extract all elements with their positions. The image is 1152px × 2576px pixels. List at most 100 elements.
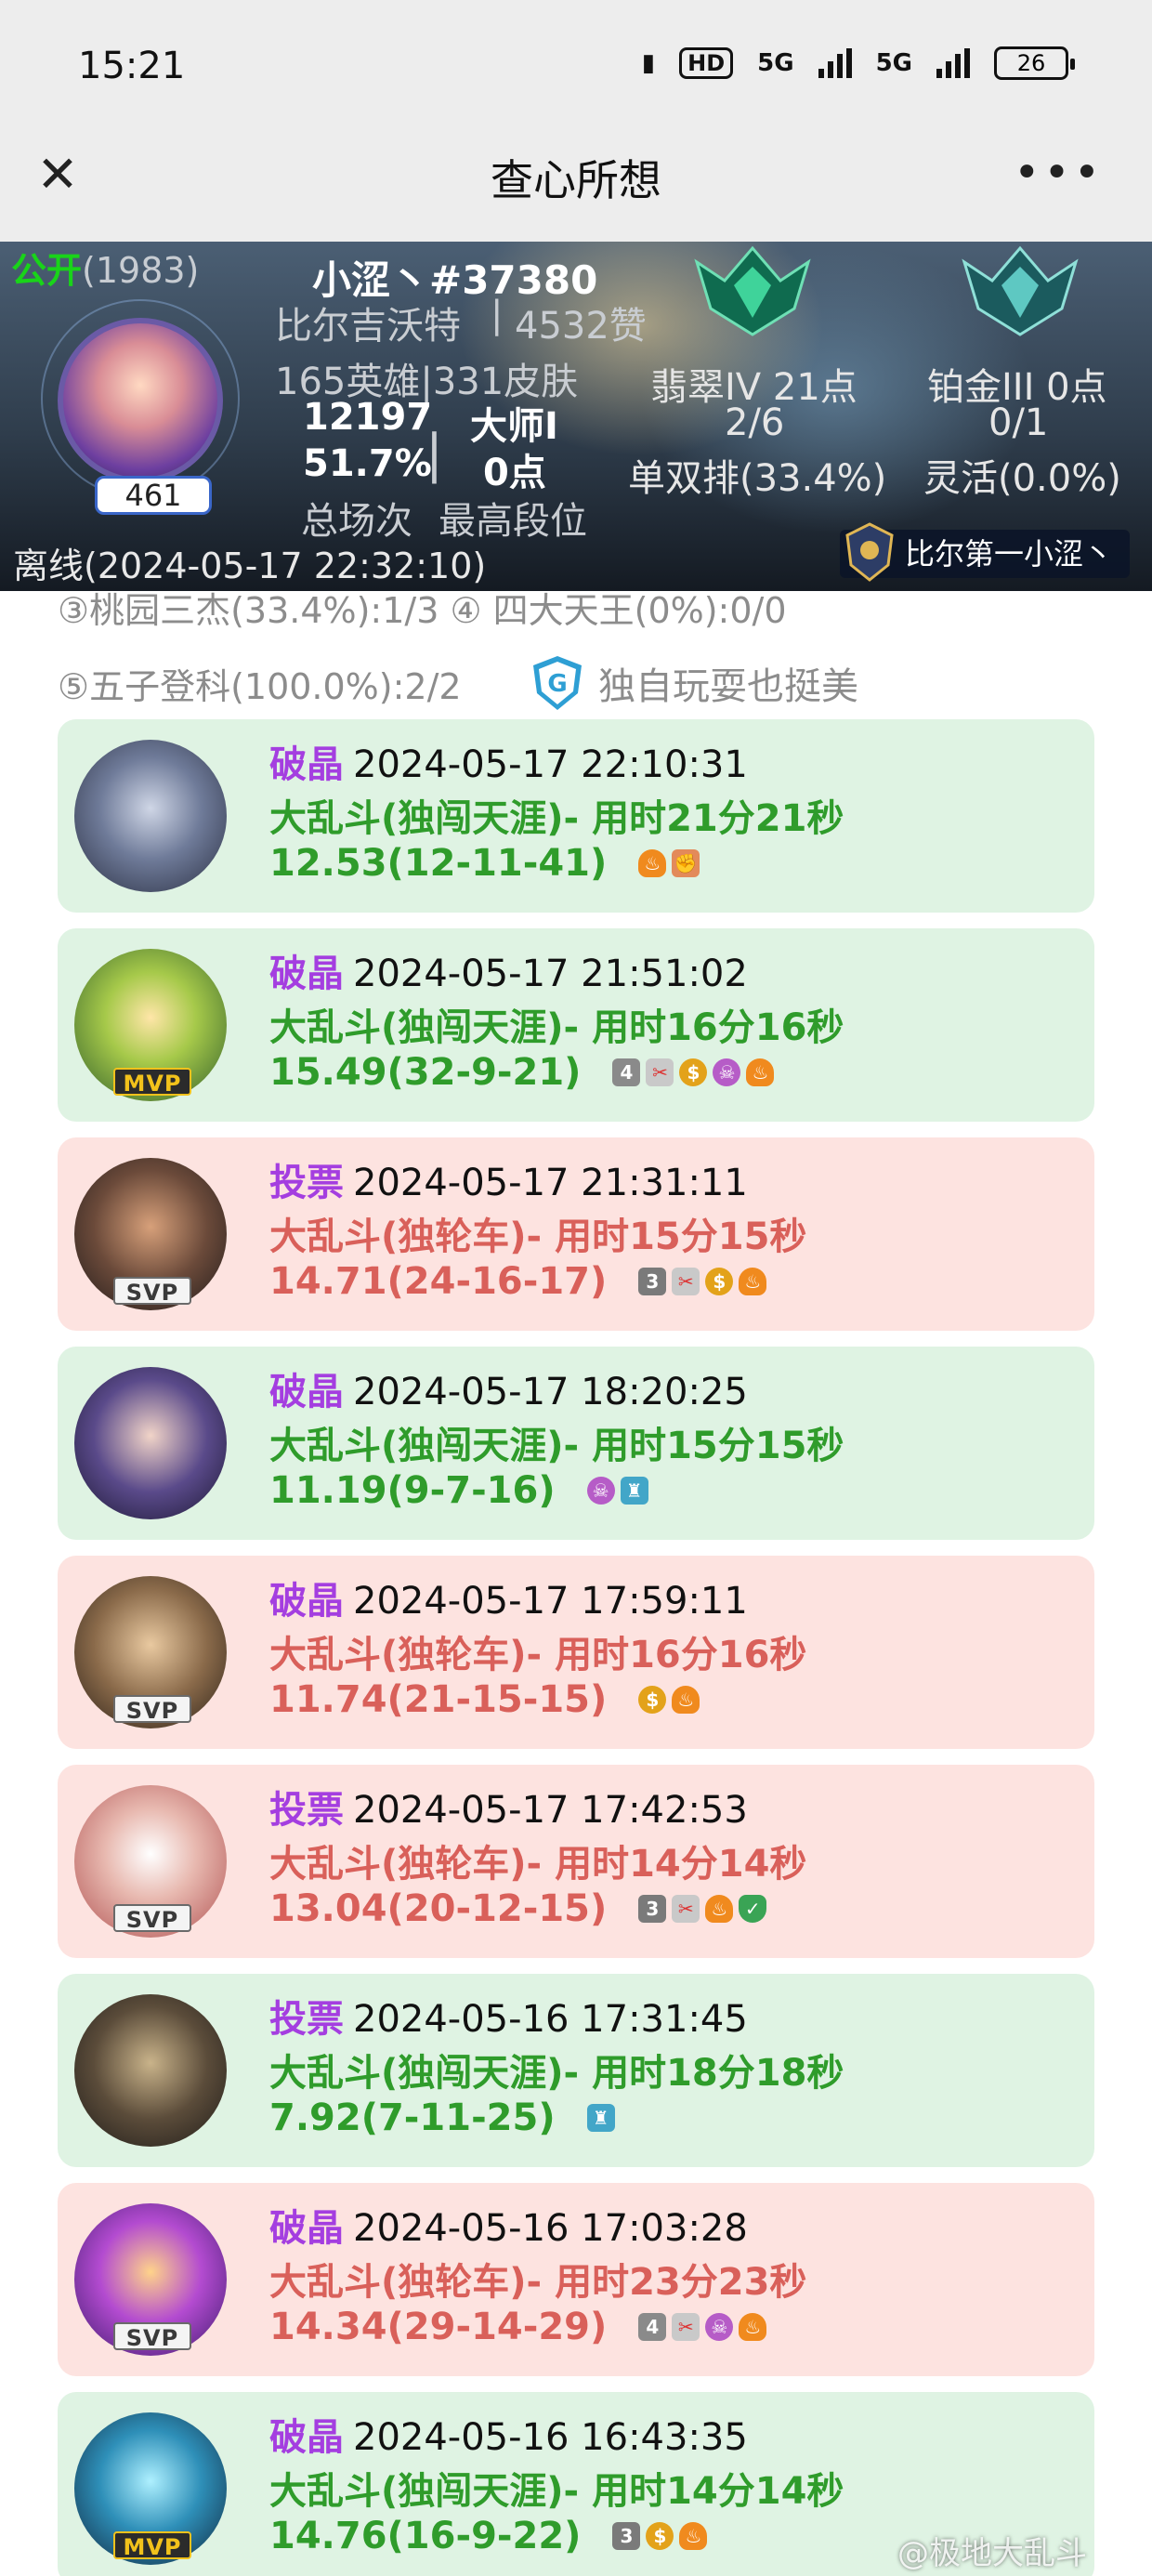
divider: |	[491, 294, 504, 336]
match-stats: 12.53(12-11-41) ♨ ✊	[269, 842, 700, 885]
match-result: 投票	[269, 1998, 344, 2041]
achievement-icons: 3 $ ♨	[612, 2522, 708, 2550]
signal-bars-icon	[818, 48, 852, 78]
match-kda: 15.49(32-9-21)	[269, 1051, 582, 1094]
match-mode: 大乱斗(独闯天涯)- 用时15分15秒	[269, 1425, 844, 1467]
match-stats: 13.04(20-12-15) 3 ✂ ♨ ✓	[269, 1887, 767, 1930]
match-result: 投票	[269, 1162, 344, 1204]
match-header: 破晶 2024-05-17 22:10:31	[269, 734, 748, 788]
match-mode: 大乱斗(独轮车)- 用时15分15秒	[269, 1216, 807, 1258]
match-result: 破晶	[269, 743, 344, 786]
achievement-icons: 4 ✂ $ ☠ ♨	[612, 1058, 775, 1086]
platinum-rank-emblem-icon	[962, 245, 1079, 336]
sword-icon: ✂	[672, 2313, 700, 2341]
svp-badge: SVP	[113, 1695, 191, 1724]
match-result: 破晶	[269, 1371, 344, 1413]
match-result: 破晶	[269, 953, 344, 995]
match-kda: 12.53(12-11-41)	[269, 842, 608, 885]
level-badge: 461	[95, 476, 212, 515]
fire-icon: ♨	[739, 1268, 767, 1295]
fire-icon: ♨	[638, 849, 667, 877]
svp-badge: SVP	[113, 1904, 191, 1933]
achievement-icons: 3 ✂ $ ♨	[638, 1268, 767, 1295]
sword-icon: ✂	[672, 1895, 700, 1923]
four-icon: 4	[612, 1058, 641, 1086]
likes-count: 4532赞	[515, 305, 647, 348]
skull-icon: ☠	[705, 2313, 734, 2341]
achievement-icons: ♜	[586, 2104, 615, 2132]
flex-record: 0/1	[988, 401, 1049, 444]
champion-avatar	[74, 740, 227, 892]
match-mode: 大乱斗(独闯天涯)- 用时21分21秒	[269, 797, 844, 840]
coin-icon: $	[646, 2522, 674, 2550]
match-time: 2024-05-16 17:03:28	[353, 2207, 748, 2250]
match-card[interactable]: MVP 破晶 2024-05-17 21:51:02 大乱斗(独闯天涯)- 用时16分…	[58, 928, 1094, 1122]
total-games: 12197	[303, 396, 433, 439]
match-mode: 大乱斗(独轮车)- 用时14分14秒	[269, 1843, 807, 1886]
achievement-icons: ☠ ♜	[586, 1477, 648, 1505]
visibility-label: 公开	[11, 250, 83, 291]
coin-icon: $	[679, 1058, 708, 1086]
match-card[interactable]: 破晶 2024-05-17 18:20:25 大乱斗(独闯天涯)- 用时15分15秒…	[58, 1347, 1094, 1540]
match-stats: 11.19(9-7-16) ☠ ♜	[269, 1469, 648, 1512]
match-card[interactable]: 破晶 2024-05-17 22:10:31 大乱斗(独闯天涯)- 用时21分21秒…	[58, 719, 1094, 913]
match-time: 2024-05-17 21:31:11	[353, 1162, 748, 1204]
match-time: 2024-05-17 22:10:31	[353, 743, 748, 786]
mvp-badge: MVP	[113, 2531, 191, 2560]
title-crest-icon	[845, 522, 894, 582]
match-kda: 14.71(24-16-17)	[269, 1260, 608, 1303]
match-kda: 11.19(9-7-16)	[269, 1469, 556, 1512]
achievement-icons: ♨ ✊	[638, 849, 700, 877]
svp-badge: SVP	[113, 1277, 191, 1306]
match-card[interactable]: SVP 投票 2024-05-17 21:31:11 大乱斗(独轮车)- 用时15分1…	[58, 1137, 1094, 1331]
skull-icon: ☠	[586, 1477, 615, 1505]
emerald-rank-emblem-icon	[694, 245, 811, 336]
solo-label: 单双排(33.4%)	[628, 457, 887, 500]
tower-icon: ♜	[586, 2104, 615, 2132]
match-stats: 7.92(7-11-25) ♜	[269, 2096, 615, 2139]
match-header: 破晶 2024-05-16 17:03:28	[269, 2198, 748, 2252]
streak-row-2: ⑤五子登科(100.0%):2/2	[58, 666, 462, 707]
match-stats: 11.74(21-15-15) $ ♨	[269, 1678, 700, 1721]
match-result: 破晶	[269, 1580, 344, 1623]
champion-avatar	[74, 1367, 227, 1519]
match-card[interactable]: 投票 2024-05-16 17:31:45 大乱斗(独闯天涯)- 用时18分18秒…	[58, 1974, 1094, 2167]
vibrate-icon: ▮	[641, 49, 656, 77]
four-icon: 4	[638, 2313, 667, 2341]
player-title-chip: 比尔第一小涩丶	[840, 522, 1131, 582]
match-card[interactable]: SVP 破晶 2024-05-17 17:59:11 大乱斗(独轮车)- 用时16分1…	[58, 1556, 1094, 1749]
match-card[interactable]: SVP 破晶 2024-05-16 17:03:28 大乱斗(独轮车)- 用时23分2…	[58, 2183, 1094, 2376]
solo-shield-icon: G	[533, 656, 582, 710]
fire-icon: ♨	[739, 2313, 767, 2341]
hd-icon: HD	[679, 47, 734, 79]
fire-icon: ♨	[679, 2522, 708, 2550]
flex-label: 灵活(0.0%)	[923, 457, 1121, 500]
more-icon: •••	[1014, 147, 1104, 199]
three-icon: 3	[638, 1895, 667, 1923]
three-icon: 3	[612, 2522, 641, 2550]
achievement-icons: $ ♨	[638, 1686, 700, 1714]
match-mode: 大乱斗(独闯天涯)- 用时16分16秒	[269, 1006, 844, 1049]
achievement-icons: 4 ✂ ☠ ♨	[638, 2313, 767, 2341]
fire-icon: ♨	[746, 1058, 775, 1086]
battery-icon: 26	[994, 46, 1075, 80]
more-options-button[interactable]: •••	[1014, 147, 1104, 199]
match-kda: 14.76(16-9-22)	[269, 2515, 582, 2557]
match-card[interactable]: SVP 投票 2024-05-17 17:42:53 大乱斗(独轮车)- 用时14分1…	[58, 1765, 1094, 1958]
match-mode: 大乱斗(独轮车)- 用时23分23秒	[269, 2261, 807, 2304]
signal-5g-icon: 5G	[757, 49, 793, 77]
profile-banner: 公开(1983) 461 小涩丶#37380 比尔吉沃特 | 4532赞 165…	[0, 242, 1152, 591]
match-kda: 14.34(29-14-29)	[269, 2306, 608, 2348]
match-time: 2024-05-17 17:42:53	[353, 1789, 748, 1832]
visibility-tag: 公开(1983)	[11, 242, 199, 293]
match-header: 破晶 2024-05-17 18:20:25	[269, 1361, 748, 1415]
match-header: 破晶 2024-05-16 16:43:35	[269, 2407, 748, 2461]
network-label: 5G	[875, 49, 912, 77]
match-stats: 15.49(32-9-21) 4 ✂ $ ☠ ♨	[269, 1051, 775, 1094]
match-kda: 11.74(21-15-15)	[269, 1678, 608, 1721]
match-kda: 7.92(7-11-25)	[269, 2096, 556, 2139]
coin-icon: $	[638, 1686, 667, 1714]
profile-avatar[interactable]	[58, 318, 223, 483]
shield-icon: ✓	[739, 1895, 767, 1923]
achievement-icons: 3 ✂ ♨ ✓	[638, 1895, 767, 1923]
